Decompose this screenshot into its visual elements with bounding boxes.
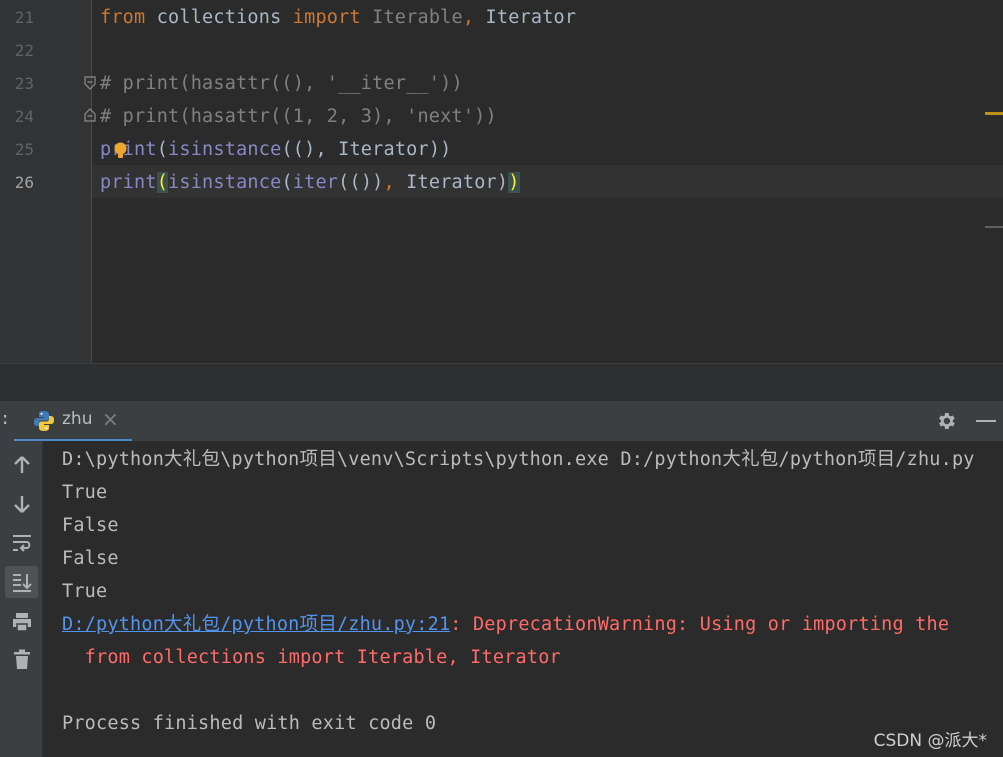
code-token: Iterator <box>474 7 577 28</box>
code-token: ((), Iterator)) <box>281 139 452 160</box>
code-line-23[interactable]: # print(hasattr((), '__iter__')) <box>100 67 463 100</box>
code-token: collections <box>145 7 293 28</box>
line-number-gutter[interactable]: 21 22 23 24 25 26 <box>0 0 96 363</box>
console-text: : DeprecationWarning: Using or importing… <box>450 614 950 635</box>
console-line: True <box>62 476 107 509</box>
code-token: from <box>100 7 146 28</box>
code-token: (()) <box>338 172 384 193</box>
console-toolbar <box>0 441 43 757</box>
console-text: from collections import Iterable, Iterat… <box>62 647 561 668</box>
scroll-to-end-icon <box>13 574 32 592</box>
line-number: 23 <box>14 74 34 93</box>
console-text: False <box>62 548 119 569</box>
file-link[interactable]: D:/python大礼包/python项目/zhu.py:21 <box>62 614 450 635</box>
panel-splitter[interactable] <box>0 363 1003 402</box>
console-line-warning-source: from collections import Iterable, Iterat… <box>62 641 561 674</box>
console-line-warning[interactable]: D:/python大礼包/python项目/zhu.py:21: Depreca… <box>62 608 949 641</box>
code-token: # print(hasattr((), '__iter__')) <box>100 73 463 94</box>
code-token: Iterator) <box>394 172 509 193</box>
print-icon[interactable] <box>10 610 34 634</box>
console-text: Process finished with exit code 0 <box>62 713 437 734</box>
code-token: print <box>100 172 157 193</box>
tab-label: zhu <box>62 409 93 429</box>
line-number: 24 <box>14 107 34 126</box>
console-text: True <box>62 482 108 503</box>
console-line: False <box>62 542 119 575</box>
warning-stripe-marker[interactable] <box>985 112 1003 115</box>
code-token: ( <box>281 172 293 193</box>
code-token: , <box>383 172 395 193</box>
error-stripe-marker[interactable] <box>985 226 1003 228</box>
lightbulb-icon[interactable] <box>113 142 128 159</box>
tool-window-title-fragment: : <box>0 409 11 429</box>
line-number: 22 <box>14 41 34 60</box>
console-text: True <box>62 581 108 602</box>
code-token: iter <box>292 172 339 193</box>
code-line-25[interactable]: print(isinstance((), Iterator)) <box>100 133 452 166</box>
code-token: ( <box>156 172 169 193</box>
code-line-26[interactable]: print(isinstance(iter(()), Iterator)) <box>100 166 520 199</box>
console-line-command: D:\python大礼包\python项目\venv\Scripts\pytho… <box>62 443 975 476</box>
tab-run-zhu[interactable]: zhu × <box>14 401 132 442</box>
line-number-current: 26 <box>14 173 34 192</box>
console-text: False <box>62 515 119 536</box>
scroll-to-end-toggle[interactable] <box>5 566 38 598</box>
fold-end-icon[interactable] <box>84 108 96 122</box>
trash-icon[interactable] <box>10 647 34 671</box>
console-line: True <box>62 575 107 608</box>
console-line: False <box>62 509 119 542</box>
console-text: D:\python大礼包\python项目\venv\Scripts\pytho… <box>62 449 975 470</box>
line-number: 25 <box>14 140 34 159</box>
soft-wrap-icon[interactable] <box>10 531 34 555</box>
close-icon[interactable]: × <box>102 407 119 431</box>
gear-icon[interactable] <box>935 410 957 432</box>
run-console-output[interactable]: D:\python大礼包\python项目\venv\Scripts\pytho… <box>43 441 1003 757</box>
line-number: 21 <box>14 8 34 27</box>
code-editor[interactable]: 21 22 23 24 25 26 from collections impor… <box>0 0 1003 363</box>
code-token: print <box>100 139 157 160</box>
code-token: , <box>462 7 475 28</box>
code-line-21[interactable]: from collections import Iterable, Iterat… <box>100 1 576 34</box>
python-icon <box>34 411 54 431</box>
console-line-exit: Process finished with exit code 0 <box>62 707 436 740</box>
code-token: ) <box>508 172 520 193</box>
arrow-down-icon[interactable] <box>10 492 34 516</box>
code-token: ( <box>156 139 169 160</box>
code-token: isinstance <box>168 139 282 160</box>
code-token: # print(hasattr((1, 2, 3), 'next')) <box>100 106 497 127</box>
watermark: CSDN @派大* <box>873 731 987 751</box>
fold-start-icon[interactable] <box>84 76 96 90</box>
arrow-up-icon[interactable] <box>10 453 34 477</box>
minimize-button[interactable] <box>976 420 996 422</box>
run-tool-window-header: : zhu × <box>0 401 1003 442</box>
code-line-24[interactable]: # print(hasattr((1, 2, 3), 'next')) <box>100 100 497 133</box>
code-token: isinstance <box>168 172 282 193</box>
code-token: import <box>292 7 361 28</box>
code-token: Iterable <box>360 7 463 28</box>
